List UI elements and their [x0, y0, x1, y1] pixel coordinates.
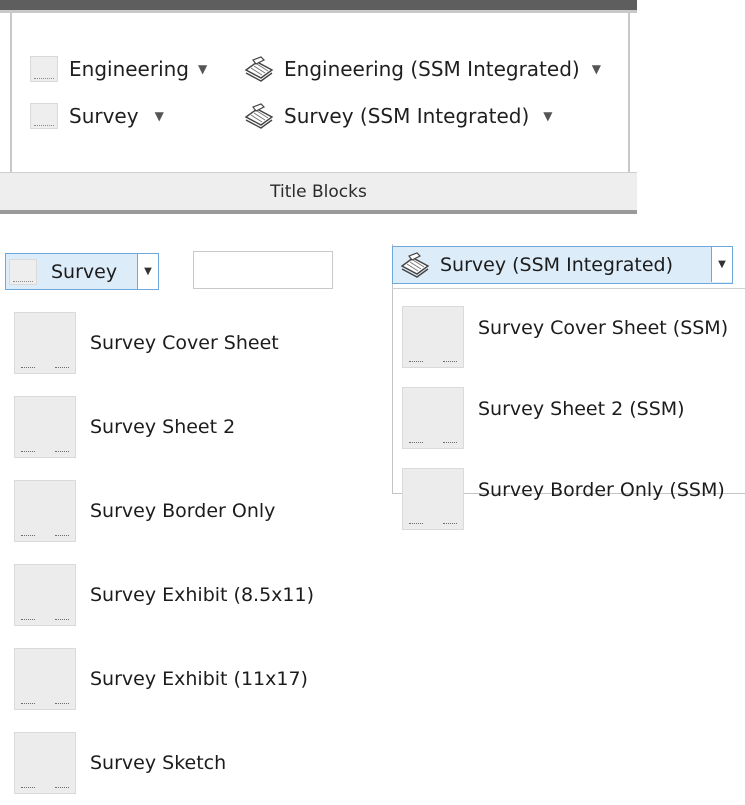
titleblock-thumbnail-icon: [402, 305, 464, 368]
list-item[interactable]: Survey Exhibit (8.5x11): [14, 553, 334, 637]
ssm-titleblock-list: Survey Cover Sheet (SSM) Survey Sheet 2 …: [402, 296, 745, 539]
blank-titleblock-icon: [30, 56, 58, 82]
panel-title-label: Title Blocks: [270, 182, 367, 202]
ribbon-panel-title-blocks: Engineering ▼ Survey ▼ Engineering (SSM …: [0, 0, 637, 216]
ssm-stack-icon: [244, 103, 274, 129]
titleblock-thumbnail-icon: [402, 386, 464, 449]
engineering-ssm-split-button[interactable]: Engineering (SSM Integrated) ▼: [243, 56, 601, 82]
ssm-stack-icon: [244, 56, 274, 82]
survey-ssm-label: Survey (SSM Integrated): [284, 104, 530, 128]
blank-titleblock-icon: [30, 103, 58, 129]
survey-combo-button[interactable]: Survey ▼: [5, 253, 159, 290]
chevron-down-icon[interactable]: ▼: [711, 247, 732, 282]
list-item[interactable]: Survey Cover Sheet (SSM): [402, 296, 745, 377]
chevron-down-icon[interactable]: ▼: [155, 109, 164, 123]
search-input[interactable]: [193, 251, 333, 289]
ribbon-bottom-edge: [0, 210, 637, 214]
ssm-stack-icon: [400, 252, 430, 278]
titleblock-thumbnail-icon: [402, 467, 464, 530]
survey-label: Survey: [69, 104, 139, 128]
ribbon-top-edge: [0, 0, 637, 10]
list-item[interactable]: Survey Cover Sheet: [14, 301, 334, 385]
chevron-down-icon[interactable]: ▼: [137, 254, 158, 289]
engineering-label: Engineering: [69, 57, 189, 81]
chevron-down-icon[interactable]: ▼: [543, 109, 552, 123]
titleblock-thumbnail-icon: [14, 564, 76, 626]
ribbon-top-edge-shadow: [0, 10, 637, 13]
list-item[interactable]: Survey Sheet 2 (SSM): [402, 377, 745, 458]
survey-titleblock-list: Survey Cover Sheet Survey Sheet 2 Survey…: [14, 301, 334, 805]
list-item[interactable]: Survey Exhibit (11x17): [14, 637, 334, 721]
survey-split-button[interactable]: Survey ▼: [30, 103, 164, 129]
engineering-split-button[interactable]: Engineering ▼: [30, 56, 207, 82]
titleblock-thumbnail-icon: [14, 480, 76, 542]
engineering-ssm-label: Engineering (SSM Integrated): [284, 57, 580, 81]
titleblock-thumbnail-icon: [14, 396, 76, 458]
titleblock-thumbnail-icon: [14, 648, 76, 710]
list-item[interactable]: Survey Border Only (SSM): [402, 458, 745, 539]
list-item[interactable]: Survey Border Only: [14, 469, 334, 553]
survey-ssm-combo-button[interactable]: Survey (SSM Integrated) ▼: [392, 246, 733, 284]
divider: [392, 288, 745, 289]
survey-ssm-split-button[interactable]: Survey (SSM Integrated) ▼: [243, 103, 553, 129]
ribbon-panel-title[interactable]: Title Blocks: [0, 172, 637, 211]
list-item[interactable]: Survey Sheet 2: [14, 385, 334, 469]
titleblock-thumbnail-icon: [14, 732, 76, 794]
list-item[interactable]: Survey Sketch: [14, 721, 334, 805]
chevron-down-icon[interactable]: ▼: [198, 62, 207, 76]
survey-ssm-combo-label: Survey (SSM Integrated): [440, 254, 674, 276]
survey-combo-label: Survey: [51, 260, 118, 283]
chevron-down-icon[interactable]: ▼: [592, 62, 601, 76]
blank-titleblock-icon: [9, 258, 37, 285]
titleblock-thumbnail-icon: [14, 312, 76, 374]
